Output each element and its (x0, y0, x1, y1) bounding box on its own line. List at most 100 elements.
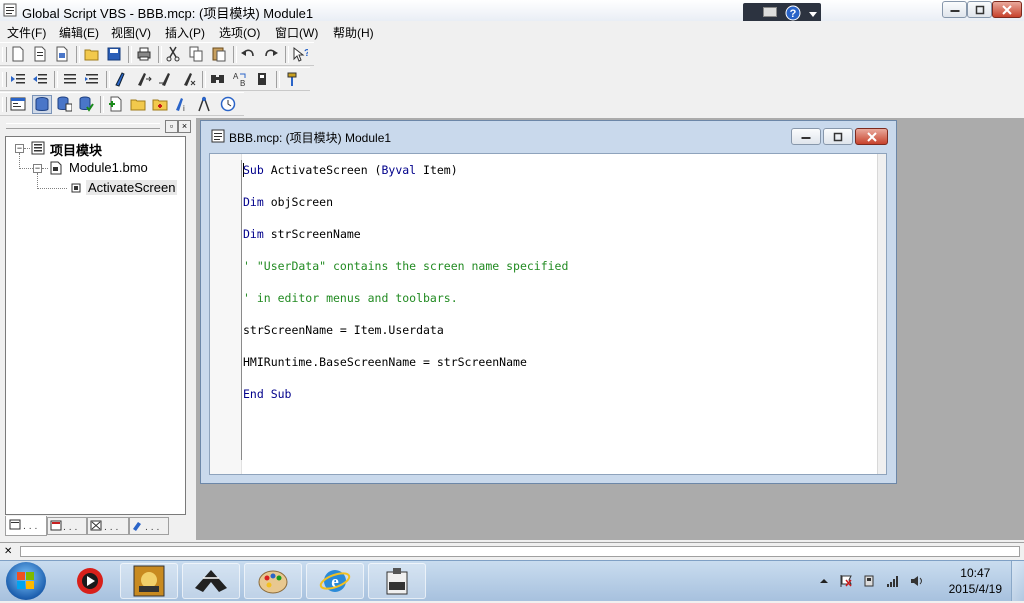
compass-icon[interactable] (196, 96, 212, 112)
child-maximize-button[interactable] (823, 128, 853, 145)
menu-help[interactable]: 帮助(H) (333, 24, 374, 41)
info-icon[interactable]: i (174, 96, 190, 112)
menu-view[interactable]: 视图(V) (111, 24, 151, 41)
maximize-button[interactable] (967, 1, 992, 18)
outdent-icon[interactable] (32, 71, 48, 87)
menu-window[interactable]: 窗口(W) (275, 24, 318, 41)
system-clock[interactable]: 10:47 2015/4/19 (949, 565, 1002, 597)
pane-close-button[interactable]: × (178, 120, 191, 133)
prev-bookmark-icon[interactable] (158, 71, 174, 87)
tray-expand-icon[interactable] (817, 574, 831, 588)
bookmark-icon[interactable] (114, 71, 130, 87)
tab-standard-modules[interactable]: . . . (47, 517, 87, 535)
project-toolbar: i (0, 92, 244, 116)
keyboard-icon[interactable] (763, 7, 777, 20)
child-close-button[interactable] (855, 128, 888, 145)
code-keyword: Dim (243, 227, 264, 241)
project-module-icon (31, 141, 45, 155)
editor-right-margin (877, 154, 886, 474)
svg-text:A: A (233, 72, 239, 81)
svg-text:. . .: . . . (145, 523, 159, 533)
goto-icon[interactable] (254, 71, 270, 87)
clear-bookmarks-icon[interactable] (180, 71, 196, 87)
child-minimize-button[interactable] (791, 128, 821, 145)
toolbar-grip[interactable] (2, 97, 7, 112)
game-app-icon[interactable] (120, 563, 178, 599)
paint-app-icon[interactable] (244, 563, 302, 599)
menu-options[interactable]: 选项(O) (219, 24, 260, 41)
minimize-button[interactable] (942, 1, 967, 18)
module-window-icon (211, 129, 225, 143)
cut-icon[interactable] (165, 46, 181, 62)
toolbar-separator (54, 71, 58, 88)
media-player-icon[interactable] (62, 563, 120, 599)
network-signal-icon[interactable] (886, 574, 900, 588)
uncomment-icon[interactable] (84, 71, 100, 87)
tree-root-label[interactable]: 项目模块 (50, 140, 102, 159)
new-module-icon[interactable] (32, 46, 48, 62)
redo-icon[interactable] (263, 46, 279, 62)
next-bookmark-icon[interactable] (136, 71, 152, 87)
toolbar-grip[interactable] (2, 47, 7, 62)
menu-file[interactable]: 文件(F) (7, 24, 46, 41)
internet-explorer-icon[interactable]: e (306, 563, 364, 599)
tree-line (19, 153, 20, 169)
database-module-icon[interactable] (56, 96, 72, 112)
folder-icon[interactable] (130, 96, 146, 112)
database-check-icon[interactable] (78, 96, 94, 112)
new-project-icon[interactable] (54, 46, 70, 62)
output-field[interactable] (20, 546, 1020, 557)
toolbar-separator (128, 46, 132, 63)
procedure-icon (69, 181, 83, 195)
close-button[interactable] (992, 1, 1022, 18)
code-keyword: Sub (243, 163, 264, 177)
open-folder-icon[interactable] (84, 46, 100, 62)
toolbar-grip[interactable] (2, 72, 7, 87)
tab-actions[interactable]: . . . (129, 517, 169, 535)
tab-global-modules[interactable]: . . . (87, 517, 129, 535)
tree-procedure-label[interactable]: ActivateScreen (86, 180, 178, 195)
project-window-icon[interactable] (10, 96, 26, 112)
syntax-check-icon[interactable] (284, 71, 300, 87)
usb-device-icon[interactable] (862, 574, 876, 588)
copy-icon[interactable] (188, 46, 204, 62)
wincc-app-icon[interactable] (182, 563, 240, 599)
start-button[interactable] (6, 562, 46, 600)
svg-text:. . .: . . . (104, 523, 118, 533)
tree-line (37, 188, 67, 189)
tree-module-label[interactable]: Module1.bmo (69, 160, 148, 175)
code-editor[interactable]: Sub ActivateScreen (Byval Item) Dim objS… (209, 153, 887, 475)
print-icon[interactable] (136, 46, 152, 62)
save-icon[interactable] (106, 46, 122, 62)
editor-gutter (210, 154, 242, 474)
pane-grip[interactable] (6, 123, 160, 129)
menu-insert[interactable]: 插入(P) (165, 24, 205, 41)
menu-edit[interactable]: 编辑(E) (59, 24, 99, 41)
action-center-icon[interactable] (839, 574, 853, 588)
collapse-icon[interactable]: − (33, 164, 42, 173)
replace-icon[interactable]: AB (232, 71, 248, 87)
database-icon[interactable] (32, 95, 52, 114)
find-icon[interactable] (210, 71, 226, 87)
context-help-icon[interactable]: ? (292, 46, 308, 62)
volume-icon[interactable] (910, 574, 924, 588)
new-file-icon[interactable] (10, 46, 26, 62)
dropdown-arrow-icon[interactable] (809, 9, 817, 21)
indent-icon[interactable] (10, 71, 26, 87)
paste-icon[interactable] (211, 46, 227, 62)
code-text: Item) (416, 163, 458, 177)
insert-procedure-icon[interactable] (108, 96, 124, 112)
tab-project-modules[interactable]: . . . (5, 516, 47, 536)
module-window-title: BBB.mcp: (项目模块) Module1 (229, 131, 392, 145)
pane-tabs: . . . . . . . . . . . . (5, 516, 186, 536)
global-script-vbs-icon[interactable] (368, 563, 426, 599)
comment-icon[interactable] (62, 71, 78, 87)
pane-restore-button[interactable]: ▫ (165, 120, 178, 133)
trigger-clock-icon[interactable] (220, 96, 236, 112)
collapse-icon[interactable]: − (15, 144, 24, 153)
toolbar-separator (106, 71, 110, 88)
undo-icon[interactable] (240, 46, 256, 62)
show-desktop-button[interactable] (1011, 561, 1024, 601)
add-folder-icon[interactable] (152, 96, 168, 112)
output-close-icon[interactable]: ✕ (4, 546, 12, 557)
